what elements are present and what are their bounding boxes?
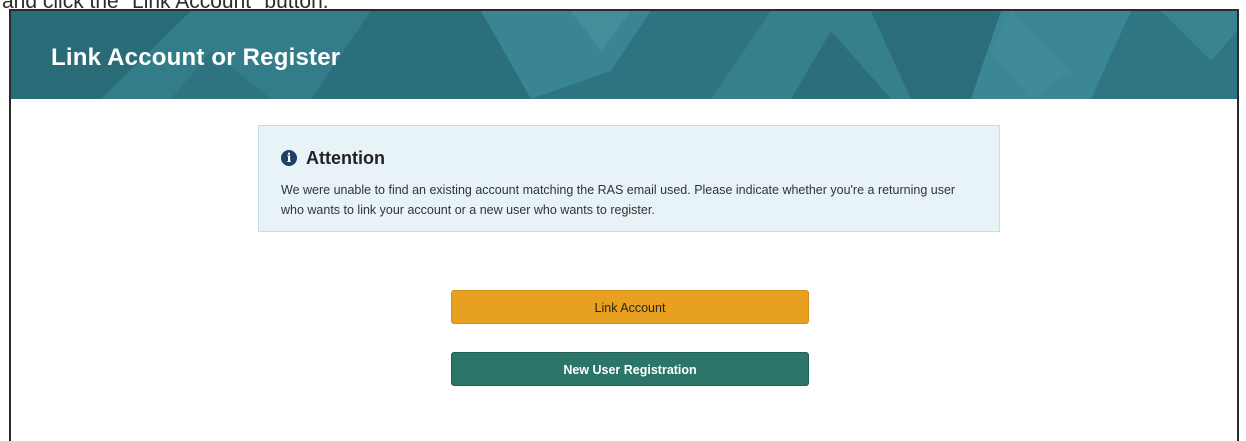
alert-title: Attention	[306, 147, 385, 168]
screenshot-frame: Link Account or Register i Attention We …	[9, 9, 1239, 441]
info-circle-icon: i	[281, 150, 297, 166]
link-account-button[interactable]: Link Account	[451, 290, 809, 324]
page-header-banner: Link Account or Register	[11, 11, 1237, 99]
page-title: Link Account or Register	[51, 44, 341, 71]
new-user-registration-button[interactable]: New User Registration	[451, 352, 809, 386]
attention-alert: i Attention We were unable to find an ex…	[258, 125, 1000, 232]
alert-header: i Attention	[281, 148, 385, 168]
alert-message: We were unable to find an existing accou…	[281, 183, 956, 217]
